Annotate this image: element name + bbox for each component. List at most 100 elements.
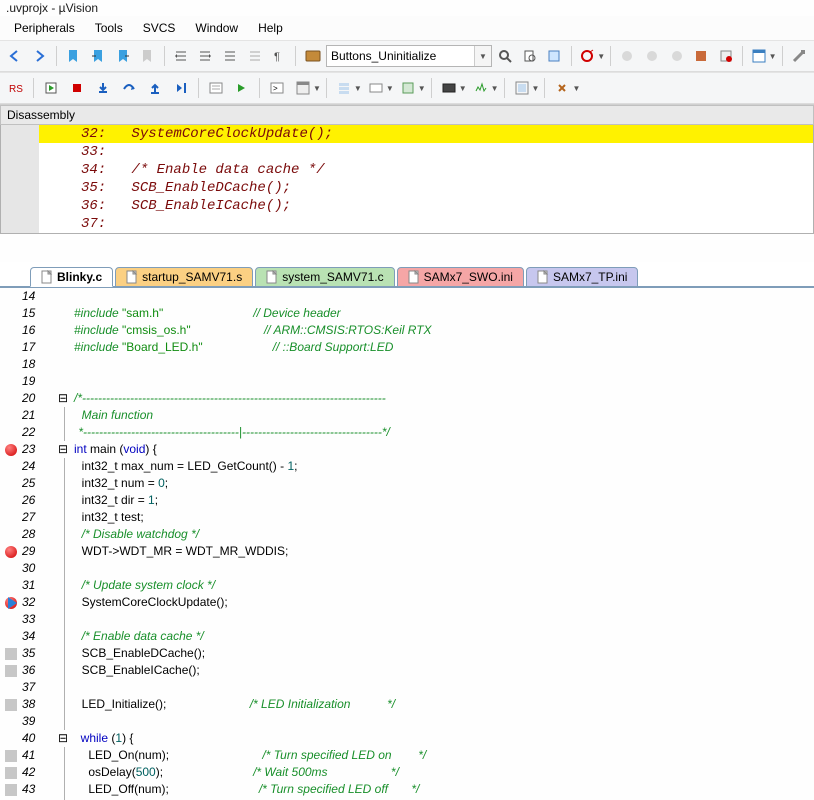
- bookmark-next-button[interactable]: [111, 44, 134, 68]
- show-next-statement-button[interactable]: [230, 76, 254, 100]
- code-line[interactable]: LED_Off(num); /* Turn specified LED off …: [73, 781, 814, 798]
- menu-item-tools[interactable]: Tools: [85, 19, 133, 37]
- step-over-button[interactable]: [117, 76, 141, 100]
- fold-gutter[interactable]: [64, 407, 73, 424]
- breakpoint-gutter[interactable]: [0, 764, 22, 781]
- code-line[interactable]: #include "sam.h" // Device header: [72, 305, 814, 322]
- breakpoint-gutter[interactable]: [0, 458, 22, 475]
- fold-gutter[interactable]: [64, 424, 73, 441]
- registers-window-button[interactable]: [291, 76, 315, 100]
- code-line[interactable]: int32_t max_num = LED_GetCount() - 1;: [73, 458, 814, 475]
- fold-gutter[interactable]: [58, 322, 72, 339]
- window-layout-button[interactable]: [748, 44, 771, 68]
- breakpoint-gutter[interactable]: [0, 560, 22, 577]
- fold-gutter[interactable]: [64, 696, 73, 713]
- analyzer-button[interactable]: [469, 76, 493, 100]
- breakpoint-gutter[interactable]: [0, 509, 22, 526]
- code-line[interactable]: SCB_EnableDCache();: [73, 645, 814, 662]
- dropdown-arrow-icon[interactable]: ▼: [459, 84, 467, 93]
- fold-gutter[interactable]: [58, 305, 72, 322]
- code-line[interactable]: SCB_EnableICache();: [73, 662, 814, 679]
- menu-item-help[interactable]: Help: [248, 19, 293, 37]
- disasm-line[interactable]: 36: SCB_EnableICache();: [39, 197, 813, 215]
- fold-gutter[interactable]: [64, 475, 73, 492]
- breakpoint-gutter[interactable]: [0, 339, 22, 356]
- breakpoint-gutter[interactable]: [0, 475, 22, 492]
- fold-gutter[interactable]: [64, 577, 73, 594]
- disasm-line[interactable]: 35: SCB_EnableDCache();: [39, 179, 813, 197]
- breakpoint-gutter[interactable]: [0, 322, 22, 339]
- dropdown-arrow-icon[interactable]: ▼: [491, 84, 499, 93]
- bookmark-clear-button[interactable]: [136, 44, 159, 68]
- code-line[interactable]: [73, 679, 814, 696]
- dropdown-arrow-icon[interactable]: ▼: [532, 84, 540, 93]
- dropdown-arrow-icon[interactable]: ▼: [386, 84, 394, 93]
- dropdown-arrow-icon[interactable]: ▼: [418, 84, 426, 93]
- run-button[interactable]: [39, 76, 63, 100]
- breakpoint-gutter[interactable]: [0, 407, 22, 424]
- menu-item-svcs[interactable]: SVCS: [133, 19, 186, 37]
- bookmark-toggle-button[interactable]: [62, 44, 85, 68]
- configure-button[interactable]: [787, 44, 810, 68]
- file-tab[interactable]: Blinky.c: [30, 267, 113, 287]
- fold-gutter[interactable]: [64, 713, 73, 730]
- code-line[interactable]: int32_t num = 0;: [73, 475, 814, 492]
- fold-gutter[interactable]: [64, 492, 73, 509]
- code-line[interactable]: [73, 713, 814, 730]
- breakpoint-gutter[interactable]: [0, 305, 22, 322]
- fold-gutter[interactable]: [64, 526, 73, 543]
- breakpoint-gutter[interactable]: [0, 373, 22, 390]
- fold-gutter[interactable]: [64, 781, 73, 798]
- code-line[interactable]: Main function: [73, 407, 814, 424]
- stop-button[interactable]: [65, 76, 89, 100]
- file-tab[interactable]: SAMx7_SWO.ini: [397, 267, 524, 287]
- disassembly-body[interactable]: 32: SystemCoreClockUpdate(); 33: 34: /* …: [0, 125, 814, 234]
- code-line[interactable]: *---------------------------------------…: [73, 424, 814, 441]
- toolbox-button[interactable]: [550, 76, 574, 100]
- dropdown-arrow-icon[interactable]: ▼: [769, 52, 777, 61]
- breakpoint-gutter[interactable]: [0, 628, 22, 645]
- disasm-line[interactable]: 33:: [39, 143, 813, 161]
- indent-right-button[interactable]: [194, 44, 217, 68]
- code-line[interactable]: #include "Board_LED.h" // ::Board Suppor…: [72, 339, 814, 356]
- build-status-icon[interactable]: [690, 44, 713, 68]
- fold-gutter[interactable]: [64, 679, 73, 696]
- system-viewer-button[interactable]: [510, 76, 534, 100]
- show-disasm-button[interactable]: [204, 76, 228, 100]
- file-tab[interactable]: SAMx7_TP.ini: [526, 267, 638, 287]
- serial-window-button[interactable]: [437, 76, 461, 100]
- menu-item-window[interactable]: Window: [185, 19, 248, 37]
- call-stack-button[interactable]: [332, 76, 356, 100]
- step-out-button[interactable]: [143, 76, 167, 100]
- disasm-line[interactable]: 32: SystemCoreClockUpdate();: [39, 125, 813, 143]
- memory-window-button[interactable]: [396, 76, 420, 100]
- fold-gutter[interactable]: [64, 458, 73, 475]
- dropdown-arrow-icon[interactable]: ▼: [572, 84, 580, 93]
- find-button[interactable]: [494, 44, 517, 68]
- code-line[interactable]: WDT->WDT_MR = WDT_MR_WDDIS;: [73, 543, 814, 560]
- find-in-files-button[interactable]: [519, 44, 542, 68]
- fold-gutter[interactable]: [64, 560, 73, 577]
- whitespace-button[interactable]: ¶: [268, 44, 291, 68]
- code-line[interactable]: int32_t test;: [73, 509, 814, 526]
- command-window-button[interactable]: >: [265, 76, 289, 100]
- debug-start-button[interactable]: [577, 44, 600, 68]
- file-tab[interactable]: startup_SAMV71.s: [115, 267, 253, 287]
- code-line[interactable]: while (1) {: [72, 730, 814, 747]
- code-line[interactable]: [72, 356, 814, 373]
- nav-back-button[interactable]: [4, 44, 27, 68]
- run-to-cursor-button[interactable]: [169, 76, 193, 100]
- code-line[interactable]: /*--------------------------------------…: [72, 390, 814, 407]
- code-line[interactable]: [72, 373, 814, 390]
- code-line[interactable]: int main (void) {: [72, 441, 814, 458]
- watch-window-button[interactable]: [364, 76, 388, 100]
- code-line[interactable]: /* Update system clock */: [73, 577, 814, 594]
- code-editor[interactable]: 1415#include "sam.h" // Device header16#…: [0, 287, 814, 800]
- fold-gutter[interactable]: [64, 747, 73, 764]
- breakpoint-gutter[interactable]: [0, 543, 22, 560]
- breakpoint-gutter[interactable]: [0, 594, 22, 611]
- dropdown-arrow-icon[interactable]: ▼: [354, 84, 362, 93]
- fold-gutter[interactable]: [58, 288, 72, 305]
- disasm-line[interactable]: 34: /* Enable data cache */: [39, 161, 813, 179]
- code-line[interactable]: /* Disable watchdog */: [73, 526, 814, 543]
